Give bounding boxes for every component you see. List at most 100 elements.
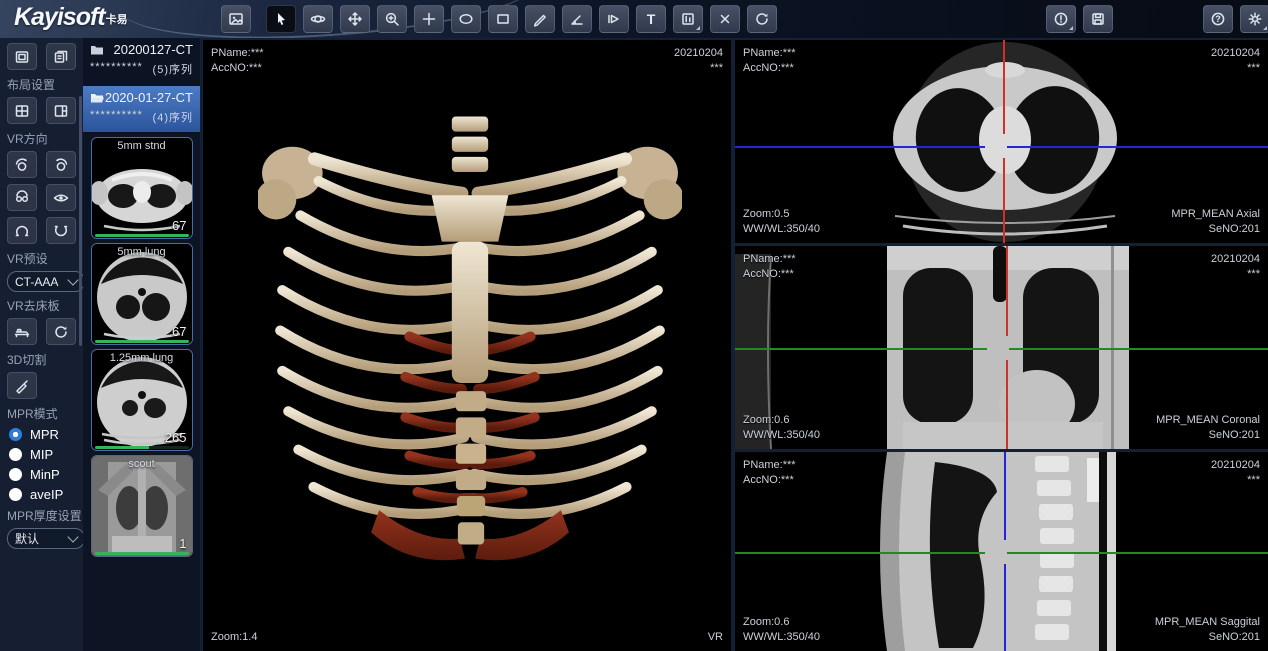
settings-button[interactable] [1240, 5, 1268, 33]
image-tool-button[interactable] [221, 5, 251, 33]
vr-patient-overlay: PName:***AccNO:*** [211, 46, 264, 76]
series-thumbnail-125mm-lung[interactable]: 1.25mm lung 265 [91, 349, 193, 451]
mpr-sagittal-viewport[interactable]: PName:***AccNO:*** 20210204*** Zoom:0.6W… [735, 452, 1268, 651]
axial-horizontal-reference-line[interactable] [735, 146, 985, 148]
study-item-1[interactable]: 20200127-CT **********(5)序列 [83, 38, 200, 86]
coronal-horizontal-reference-line[interactable] [735, 348, 987, 350]
coronal-horizontal-reference-line[interactable] [1009, 348, 1268, 350]
layout-1-2-button[interactable] [46, 97, 76, 124]
folder-open-icon [90, 92, 104, 104]
radio-label: MinP [30, 467, 60, 482]
mpr-thickness-select[interactable]: 默认 [7, 528, 85, 549]
mpr-mode-radio-mip[interactable]: MIP [9, 447, 83, 462]
pan-icon [347, 11, 363, 27]
mpr-mode-radio-aveip[interactable]: aveIP [9, 487, 83, 502]
pan-tool-button[interactable] [340, 5, 370, 33]
vr-view-feet-button[interactable] [46, 217, 76, 244]
vr-study-overlay: 20210204*** [674, 46, 723, 76]
reset-icon [754, 11, 770, 27]
axial-vertical-reference-line[interactable] [1003, 40, 1005, 134]
crosshair-tool-button[interactable] [414, 5, 444, 33]
coronal-study-overlay: 20210204*** [1211, 252, 1260, 282]
coronal-zoom-overlay: Zoom:0.6WW/WL:350/40 [743, 413, 820, 443]
mpr-mode-radio-minp[interactable]: MinP [9, 467, 83, 482]
grid-1-2-icon [53, 103, 69, 119]
radio-selected-icon [9, 428, 22, 441]
window-level-tool-button[interactable] [673, 5, 703, 33]
vr-zoom-overlay: Zoom:1.4 [211, 630, 257, 645]
rotate-3d-tool-button[interactable] [303, 5, 333, 33]
text-tool-icon: T [647, 12, 656, 26]
about-button[interactable] [1046, 5, 1076, 33]
face-front-icon [13, 189, 31, 207]
wwwl-text: WW/WL:350/40 [743, 428, 820, 443]
vr-viewport[interactable]: PName:***AccNO:*** 20210204*** Zoom:1.4 … [203, 40, 731, 651]
layout-preset-a-button[interactable] [7, 43, 37, 70]
mpr-mode-radio-mpr[interactable]: MPR [9, 427, 83, 442]
sagittal-vertical-reference-line[interactable] [1004, 564, 1006, 651]
help-button[interactable]: ? [1203, 5, 1233, 33]
layout-2x2-button[interactable] [7, 97, 37, 124]
text-annotation-tool-button[interactable]: T [636, 5, 666, 33]
thumbnail-progress-bar [95, 446, 189, 449]
series-thumbnail-scout[interactable]: scout 1 [91, 455, 193, 557]
pname-text: PName:*** [211, 46, 264, 61]
study-title: 20200127-CT [114, 42, 194, 57]
coronal-vertical-reference-line[interactable] [1006, 360, 1008, 449]
layout-preset-b-button[interactable] [46, 43, 76, 70]
vr-view-head-button[interactable] [7, 217, 37, 244]
coronal-patient-overlay: PName:***AccNO:*** [743, 252, 796, 282]
series-thumbnail-5mm-lung[interactable]: 5mm lung 67 [91, 243, 193, 345]
zoom-tool-button[interactable] [377, 5, 407, 33]
masked-text: *** [1211, 267, 1260, 282]
vr-view-posterior-button[interactable] [46, 184, 76, 211]
series-thumbnail-5mm-stnd[interactable]: 5mm stnd 67 [91, 137, 193, 239]
scalpel-icon [14, 378, 30, 394]
length-measure-tool-button[interactable] [525, 5, 555, 33]
vr-type-overlay: VR [708, 630, 723, 645]
restore-icon [53, 324, 69, 340]
exclamation-circle-icon [1053, 11, 1069, 27]
mpr-coronal-viewport[interactable]: PName:***AccNO:*** 20210204*** Zoom:0.6W… [735, 246, 1268, 449]
delete-annotation-tool-button[interactable] [710, 5, 740, 33]
coronal-vertical-reference-line[interactable] [1006, 246, 1008, 336]
reset-view-tool-button[interactable] [747, 5, 777, 33]
gear-icon [1247, 11, 1263, 27]
save-button[interactable] [1083, 5, 1113, 33]
thumbnail-label: 1.25mm lung [92, 352, 192, 364]
question-glyph: ? [1215, 15, 1221, 24]
head-rotate-right-icon [52, 156, 70, 174]
zoom-text: Zoom:0.6 [743, 413, 820, 428]
angle-measure-tool-button[interactable] [562, 5, 592, 33]
pname-text: PName:*** [743, 458, 796, 473]
left-control-sidebar: 布局设置 VR方向 VR预设 CT-AAA VR去床板 3D切割 MPR模式 [0, 38, 83, 651]
vr-preset-select[interactable]: CT-AAA [7, 271, 85, 292]
vr-preset-label: VR预设 [7, 250, 83, 267]
series-label-text: MPR_MEAN Saggital [1155, 615, 1260, 630]
vr-view-anterior-button[interactable] [7, 184, 37, 211]
sagittal-horizontal-reference-line[interactable] [1007, 552, 1268, 554]
radio-label: MPR [30, 427, 59, 442]
pname-text: PName:*** [743, 46, 796, 61]
mpr-thickness-value: 默认 [15, 530, 39, 547]
axial-vertical-reference-line[interactable] [1003, 158, 1005, 243]
arrow-annotation-tool-button[interactable] [599, 5, 629, 33]
cursor-tool-button[interactable] [266, 5, 296, 33]
thumbnail-progress-bar [95, 340, 189, 343]
mpr-axial-viewport[interactable]: PName:***AccNO:*** 20210204*** Zoom:0.5W… [735, 40, 1268, 243]
rect-roi-tool-button[interactable] [488, 5, 518, 33]
axial-horizontal-reference-line[interactable] [1007, 146, 1268, 148]
remove-bed-button[interactable] [7, 318, 37, 345]
vr-view-rotate-left-button[interactable] [7, 151, 37, 178]
study-item-2-selected[interactable]: 2020-01-27-CT **********(4)序列 [83, 86, 200, 134]
sagittal-vertical-reference-line[interactable] [1004, 452, 1006, 540]
restore-bed-button[interactable] [46, 318, 76, 345]
vr-view-rotate-right-button[interactable] [46, 151, 76, 178]
sidebar-scrollbar[interactable] [79, 96, 82, 346]
help-settings-group: ? [1203, 5, 1268, 33]
ellipse-roi-tool-button[interactable] [451, 5, 481, 33]
sagittal-horizontal-reference-line[interactable] [735, 552, 985, 554]
head-top-icon [13, 222, 31, 240]
3d-cut-button[interactable] [7, 372, 37, 399]
study-patient-masked: ********** [90, 61, 143, 77]
